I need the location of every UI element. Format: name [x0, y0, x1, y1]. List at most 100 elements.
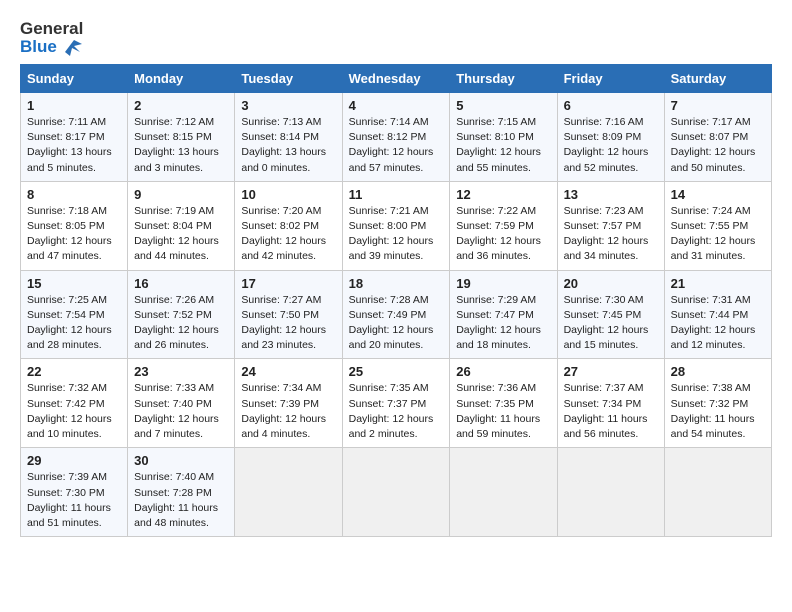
- calendar-day-cell: [450, 448, 557, 537]
- calendar-table: Sunday Monday Tuesday Wednesday Thursday…: [20, 64, 772, 537]
- day-info: Sunrise: 7:36 AMSunset: 7:35 PMDaylight:…: [456, 381, 550, 442]
- day-number: 6: [564, 98, 658, 113]
- day-number: 1: [27, 98, 121, 113]
- day-number: 7: [671, 98, 765, 113]
- calendar-day-cell: 18 Sunrise: 7:28 AMSunset: 7:49 PMDayligh…: [342, 270, 450, 359]
- day-number: 4: [349, 98, 444, 113]
- day-number: 16: [134, 276, 228, 291]
- day-number: 5: [456, 98, 550, 113]
- calendar-day-cell: 28 Sunrise: 7:38 AMSunset: 7:32 PMDayligh…: [664, 359, 771, 448]
- header-thursday: Thursday: [450, 64, 557, 92]
- day-info: Sunrise: 7:30 AMSunset: 7:45 PMDaylight:…: [564, 293, 658, 354]
- day-info: Sunrise: 7:15 AMSunset: 8:10 PMDaylight:…: [456, 115, 550, 176]
- calendar-day-cell: 16 Sunrise: 7:26 AMSunset: 7:52 PMDayligh…: [128, 270, 235, 359]
- calendar-week-row: 29 Sunrise: 7:39 AMSunset: 7:30 PMDayligh…: [21, 448, 772, 537]
- day-info: Sunrise: 7:32 AMSunset: 7:42 PMDaylight:…: [27, 381, 121, 442]
- calendar-day-cell: 29 Sunrise: 7:39 AMSunset: 7:30 PMDayligh…: [21, 448, 128, 537]
- header-wednesday: Wednesday: [342, 64, 450, 92]
- day-number: 23: [134, 364, 228, 379]
- day-info: Sunrise: 7:28 AMSunset: 7:49 PMDaylight:…: [349, 293, 444, 354]
- calendar-day-cell: 2 Sunrise: 7:12 AMSunset: 8:15 PMDaylight…: [128, 92, 235, 181]
- calendar-day-cell: 27 Sunrise: 7:37 AMSunset: 7:34 PMDayligh…: [557, 359, 664, 448]
- day-number: 21: [671, 276, 765, 291]
- day-number: 25: [349, 364, 444, 379]
- day-info: Sunrise: 7:11 AMSunset: 8:17 PMDaylight:…: [27, 115, 121, 176]
- logo-bird-icon: [60, 38, 82, 56]
- day-number: 2: [134, 98, 228, 113]
- calendar-day-cell: 12 Sunrise: 7:22 AMSunset: 7:59 PMDayligh…: [450, 181, 557, 270]
- day-info: Sunrise: 7:13 AMSunset: 8:14 PMDaylight:…: [241, 115, 335, 176]
- day-info: Sunrise: 7:17 AMSunset: 8:07 PMDaylight:…: [671, 115, 765, 176]
- calendar-day-cell: 7 Sunrise: 7:17 AMSunset: 8:07 PMDaylight…: [664, 92, 771, 181]
- calendar-day-cell: [557, 448, 664, 537]
- day-info: Sunrise: 7:22 AMSunset: 7:59 PMDaylight:…: [456, 204, 550, 265]
- day-info: Sunrise: 7:31 AMSunset: 7:44 PMDaylight:…: [671, 293, 765, 354]
- header-tuesday: Tuesday: [235, 64, 342, 92]
- calendar-week-row: 22 Sunrise: 7:32 AMSunset: 7:42 PMDayligh…: [21, 359, 772, 448]
- day-number: 27: [564, 364, 658, 379]
- day-info: Sunrise: 7:12 AMSunset: 8:15 PMDaylight:…: [134, 115, 228, 176]
- calendar-day-cell: 6 Sunrise: 7:16 AMSunset: 8:09 PMDaylight…: [557, 92, 664, 181]
- day-number: 15: [27, 276, 121, 291]
- day-info: Sunrise: 7:14 AMSunset: 8:12 PMDaylight:…: [349, 115, 444, 176]
- calendar-day-cell: 17Sunrise: 7:27 AMSunset: 7:50 PMDayligh…: [235, 270, 342, 359]
- day-number: 3: [241, 98, 335, 113]
- calendar-day-cell: 4 Sunrise: 7:14 AMSunset: 8:12 PMDaylight…: [342, 92, 450, 181]
- calendar-day-cell: 23 Sunrise: 7:33 AMSunset: 7:40 PMDayligh…: [128, 359, 235, 448]
- day-number: 30: [134, 453, 228, 468]
- day-info: Sunrise: 7:38 AMSunset: 7:32 PMDaylight:…: [671, 381, 765, 442]
- calendar-day-cell: 10 Sunrise: 7:20 AMSunset: 8:02 PMDayligh…: [235, 181, 342, 270]
- header-monday: Monday: [128, 64, 235, 92]
- calendar-week-row: 8Sunrise: 7:18 AMSunset: 8:05 PMDaylight…: [21, 181, 772, 270]
- day-info: Sunrise: 7:35 AMSunset: 7:37 PMDaylight:…: [349, 381, 444, 442]
- day-info: Sunrise: 7:29 AMSunset: 7:47 PMDaylight:…: [456, 293, 550, 354]
- calendar-day-cell: [342, 448, 450, 537]
- calendar-day-cell: 24 Sunrise: 7:34 AMSunset: 7:39 PMDayligh…: [235, 359, 342, 448]
- day-info: Sunrise: 7:34 AMSunset: 7:39 PMDaylight:…: [241, 381, 335, 442]
- calendar-day-cell: 15 Sunrise: 7:25 AMSunset: 7:54 PMDayligh…: [21, 270, 128, 359]
- day-number: 10: [241, 187, 335, 202]
- day-info: Sunrise: 7:33 AMSunset: 7:40 PMDaylight:…: [134, 381, 228, 442]
- day-info: Sunrise: 7:25 AMSunset: 7:54 PMDaylight:…: [27, 293, 121, 354]
- day-number: 8: [27, 187, 121, 202]
- day-info: Sunrise: 7:23 AMSunset: 7:57 PMDaylight:…: [564, 204, 658, 265]
- day-number: 14: [671, 187, 765, 202]
- calendar-day-cell: 5 Sunrise: 7:15 AMSunset: 8:10 PMDaylight…: [450, 92, 557, 181]
- header: General Blue: [20, 20, 772, 56]
- day-number: 22: [27, 364, 121, 379]
- logo-general-text: General: [20, 20, 83, 38]
- calendar-day-cell: 25 Sunrise: 7:35 AMSunset: 7:37 PMDayligh…: [342, 359, 450, 448]
- header-sunday: Sunday: [21, 64, 128, 92]
- day-info: Sunrise: 7:39 AMSunset: 7:30 PMDaylight:…: [27, 470, 121, 531]
- calendar-day-cell: 20Sunrise: 7:30 AMSunset: 7:45 PMDayligh…: [557, 270, 664, 359]
- header-saturday: Saturday: [664, 64, 771, 92]
- calendar-day-cell: 3 Sunrise: 7:13 AMSunset: 8:14 PMDaylight…: [235, 92, 342, 181]
- day-info: Sunrise: 7:27 AMSunset: 7:50 PMDaylight:…: [241, 293, 335, 354]
- calendar-day-cell: 9 Sunrise: 7:19 AMSunset: 8:04 PMDaylight…: [128, 181, 235, 270]
- calendar-week-row: 15 Sunrise: 7:25 AMSunset: 7:54 PMDayligh…: [21, 270, 772, 359]
- logo: General Blue: [20, 20, 83, 56]
- calendar-day-cell: [235, 448, 342, 537]
- day-number: 18: [349, 276, 444, 291]
- calendar-day-cell: 8Sunrise: 7:18 AMSunset: 8:05 PMDaylight…: [21, 181, 128, 270]
- day-number: 28: [671, 364, 765, 379]
- day-number: 26: [456, 364, 550, 379]
- day-info: Sunrise: 7:37 AMSunset: 7:34 PMDaylight:…: [564, 381, 658, 442]
- day-info: Sunrise: 7:21 AMSunset: 8:00 PMDaylight:…: [349, 204, 444, 265]
- day-number: 9: [134, 187, 228, 202]
- day-number: 24: [241, 364, 335, 379]
- day-number: 29: [27, 453, 121, 468]
- day-info: Sunrise: 7:19 AMSunset: 8:04 PMDaylight:…: [134, 204, 228, 265]
- calendar-day-cell: [664, 448, 771, 537]
- day-info: Sunrise: 7:16 AMSunset: 8:09 PMDaylight:…: [564, 115, 658, 176]
- day-info: Sunrise: 7:40 AMSunset: 7:28 PMDaylight:…: [134, 470, 228, 531]
- day-number: 12: [456, 187, 550, 202]
- day-number: 11: [349, 187, 444, 202]
- calendar-day-cell: 14Sunrise: 7:24 AMSunset: 7:55 PMDayligh…: [664, 181, 771, 270]
- day-info: Sunrise: 7:26 AMSunset: 7:52 PMDaylight:…: [134, 293, 228, 354]
- calendar-day-cell: 21 Sunrise: 7:31 AMSunset: 7:44 PMDayligh…: [664, 270, 771, 359]
- calendar-day-cell: 30 Sunrise: 7:40 AMSunset: 7:28 PMDayligh…: [128, 448, 235, 537]
- calendar-header-row: Sunday Monday Tuesday Wednesday Thursday…: [21, 64, 772, 92]
- day-info: Sunrise: 7:20 AMSunset: 8:02 PMDaylight:…: [241, 204, 335, 265]
- calendar-day-cell: 1 Sunrise: 7:11 AMSunset: 8:17 PMDaylight…: [21, 92, 128, 181]
